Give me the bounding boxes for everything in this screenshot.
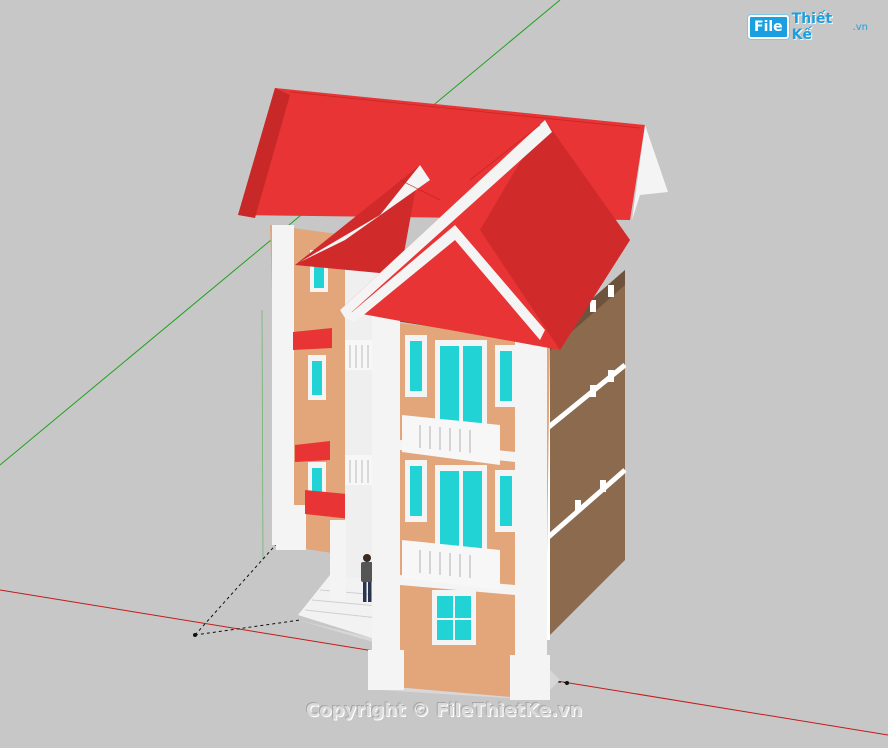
side-window — [590, 300, 596, 312]
side-window — [590, 385, 596, 397]
window-glass — [437, 620, 453, 640]
window-glass — [455, 620, 471, 640]
window-glass — [410, 341, 422, 391]
window-glass — [500, 351, 512, 401]
window-glass — [455, 596, 471, 618]
sketchup-3d-viewport[interactable] — [0, 0, 888, 748]
front-column-right — [515, 335, 547, 700]
door-glass — [440, 346, 459, 423]
copyright-watermark: Copyright © FileThietKe.vn — [306, 700, 583, 721]
window-glass — [437, 596, 453, 618]
guide-endpoint[interactable] — [193, 633, 197, 637]
side-window — [608, 285, 614, 297]
guide-endpoint[interactable] — [565, 681, 569, 685]
door-glass — [463, 346, 482, 423]
window-glass — [500, 476, 512, 526]
front-column-left — [372, 315, 400, 690]
side-window — [575, 500, 581, 512]
side-window — [608, 370, 614, 382]
door-glass — [463, 471, 482, 548]
window-glass — [312, 361, 322, 395]
site-logo[interactable]: File Thiết Kế .vn — [748, 11, 868, 43]
logo-box: File — [748, 15, 789, 39]
logo-domain: .vn — [852, 21, 868, 33]
door-glass — [440, 471, 459, 548]
left-pilaster — [272, 225, 294, 545]
logo-text: Thiết Kế — [791, 11, 833, 43]
porch-column — [330, 520, 346, 600]
side-window — [600, 480, 606, 492]
window-glass — [410, 466, 422, 516]
